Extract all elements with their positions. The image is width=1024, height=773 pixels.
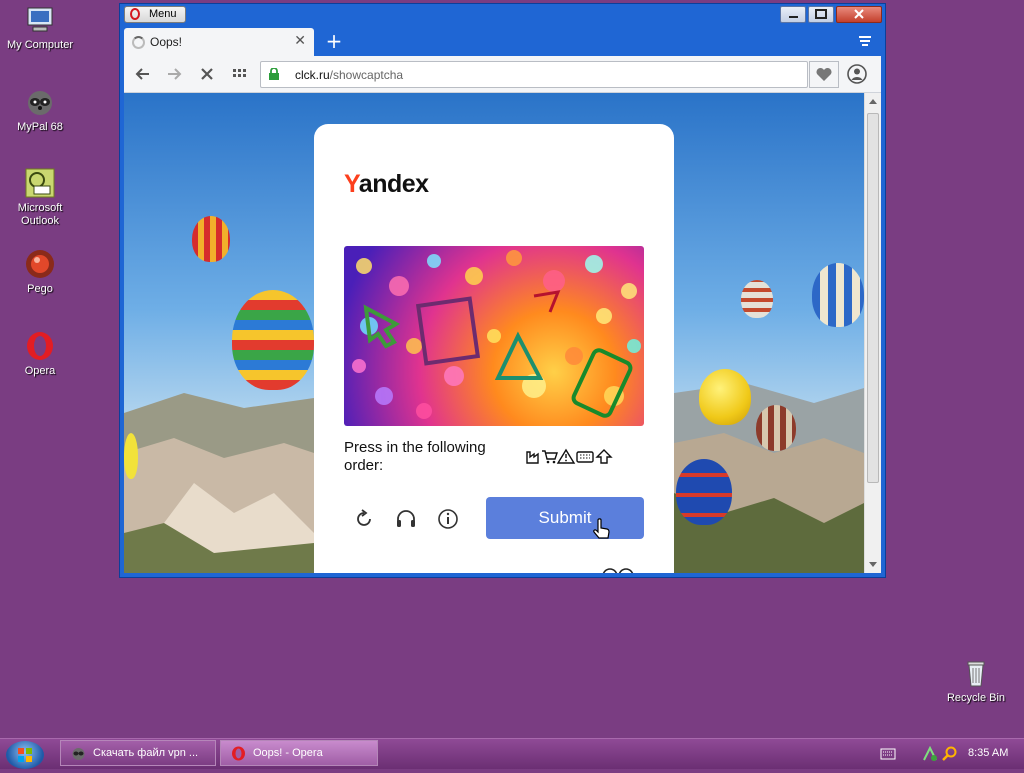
hot-air-balloon <box>676 459 732 525</box>
pego-icon <box>24 248 56 280</box>
grid-icon <box>233 69 246 77</box>
tab-title: Oops! <box>150 35 183 49</box>
close-button[interactable] <box>836 6 882 23</box>
captcha-card: Yandex Press in the following order: Sub… <box>314 124 674 573</box>
desktop-icon-label: Recycle Bin <box>946 692 1006 704</box>
navigation-toolbar: clck.ru/showcaptcha <box>124 56 881 93</box>
url-domain: clck.ru <box>295 68 330 82</box>
refresh-button[interactable] <box>352 507 376 531</box>
page-viewport: Yandex Press in the following order: Sub… <box>124 93 864 573</box>
system-clock[interactable]: 8:35 AM <box>968 747 1008 759</box>
captcha-image[interactable] <box>344 246 644 426</box>
captcha-instruction: Press in the following order: <box>344 439 486 474</box>
tab-close-icon[interactable]: ✕ <box>294 33 306 49</box>
forward-arrow-icon <box>168 68 182 80</box>
captcha-footer-icons <box>602 564 646 573</box>
taskbar: Скачать файл vpn ... Oops! - Opera 8:35 … <box>0 738 1024 769</box>
info-button[interactable] <box>436 507 460 531</box>
cart-icon <box>542 450 558 464</box>
scrollbar-thumb[interactable] <box>867 113 879 483</box>
logo-rest: andex <box>358 170 429 198</box>
back-arrow-icon <box>135 68 149 80</box>
captcha-bokeh-pattern <box>352 250 641 419</box>
keyboard-icon <box>576 451 594 463</box>
scroll-up-arrow-icon[interactable] <box>868 97 878 105</box>
raccoon-icon <box>72 748 85 760</box>
stop-x-icon <box>201 68 213 80</box>
submit-button[interactable]: Submit <box>486 497 644 539</box>
scroll-down-arrow-icon[interactable] <box>868 561 878 569</box>
logo-first-letter: Y <box>344 170 359 198</box>
desktop-icon-recycle-bin[interactable]: Recycle Bin <box>936 657 1016 705</box>
tab-menu-icon[interactable] <box>857 33 873 49</box>
opera-icon <box>232 746 245 761</box>
vertical-scrollbar[interactable] <box>864 93 881 573</box>
desktop-icon-label: Pego <box>27 283 53 295</box>
minimize-button[interactable] <box>780 6 806 23</box>
tab-oops[interactable]: Oops! ✕ <box>124 28 314 56</box>
refresh-icon <box>357 509 371 526</box>
windows-logo-icon <box>18 748 32 762</box>
keyboard-tray-icon[interactable] <box>880 748 896 760</box>
desktop-icon-pego[interactable]: Pego <box>0 248 80 296</box>
maximize-button[interactable] <box>808 6 834 23</box>
audio-captcha-button[interactable] <box>394 507 418 531</box>
captcha-order-icons <box>526 448 614 464</box>
taskbar-item-opera[interactable]: Oops! - Opera <box>220 740 378 766</box>
lock-icon <box>269 68 279 80</box>
hot-air-balloon <box>812 263 864 327</box>
taskbar-item-label: Скачать файл vpn ... <box>93 747 199 759</box>
hot-air-balloon <box>699 369 751 425</box>
warning-triangle-icon <box>556 448 576 464</box>
opera-menu-button[interactable]: Menu <box>124 6 186 23</box>
taskbar-item-mypal[interactable]: Скачать файл vpn ... <box>60 740 216 766</box>
account-button[interactable] <box>846 63 868 85</box>
taskbar-item-label: Oops! - Opera <box>253 747 323 759</box>
desktop-icon-my-computer[interactable]: My Computer <box>0 4 80 52</box>
forward-button[interactable] <box>165 65 183 83</box>
title-bar: Menu <box>120 4 885 28</box>
raccoon-icon <box>24 86 56 118</box>
hot-air-balloon <box>124 433 138 479</box>
user-icon <box>847 64 867 84</box>
start-button[interactable] <box>6 741 44 769</box>
heart-icon <box>816 67 832 81</box>
url-path: /showcaptcha <box>329 68 404 82</box>
recycle-bin-icon <box>960 657 992 689</box>
address-bar[interactable]: clck.ru/showcaptcha <box>260 61 808 88</box>
hot-air-balloon <box>756 405 796 451</box>
up-arrow-icon <box>595 449 613 464</box>
loading-spinner-icon <box>132 36 145 49</box>
speed-dial-button[interactable] <box>230 65 248 83</box>
opera-logo-icon <box>130 8 140 20</box>
yandex-logo: Yandex <box>344 170 429 199</box>
menu-label: Menu <box>149 8 177 20</box>
desktop-icon-mypal[interactable]: MyPal 68 <box>0 86 80 134</box>
back-button[interactable] <box>134 65 152 83</box>
network-tray-icon[interactable] <box>922 746 938 762</box>
desktop-icon-outlook[interactable]: Microsoft Outlook <box>0 167 80 228</box>
bookmark-button[interactable] <box>809 61 839 88</box>
tab-bar: Oops! ✕ + <box>124 28 881 56</box>
hot-air-balloon <box>232 290 314 390</box>
hot-air-balloon <box>192 216 230 262</box>
desktop-icon-opera[interactable]: Opera <box>0 330 80 378</box>
headphones-icon <box>397 510 415 527</box>
opera-icon <box>24 330 56 362</box>
desktop-icon-label: Microsoft Outlook <box>17 202 63 227</box>
url-text: clck.ru/showcaptcha <box>295 68 403 82</box>
desktop-icon-label: Opera <box>24 365 56 377</box>
new-tab-button[interactable]: + <box>324 31 344 51</box>
outlook-icon <box>24 167 56 199</box>
hot-air-balloon <box>741 280 773 318</box>
search-tray-icon[interactable] <box>942 746 958 762</box>
factory-icon <box>526 451 539 464</box>
stop-button[interactable] <box>198 65 216 83</box>
desktop-icon-label: My Computer <box>6 39 74 51</box>
computer-icon <box>24 4 56 36</box>
info-icon <box>438 509 458 529</box>
browser-window: Menu Oops! ✕ + clck.ru/showcaptcha Yande… <box>119 3 886 578</box>
desktop-icon-label: MyPal 68 <box>17 121 63 133</box>
mouse-pointer-hand-icon <box>592 518 612 542</box>
